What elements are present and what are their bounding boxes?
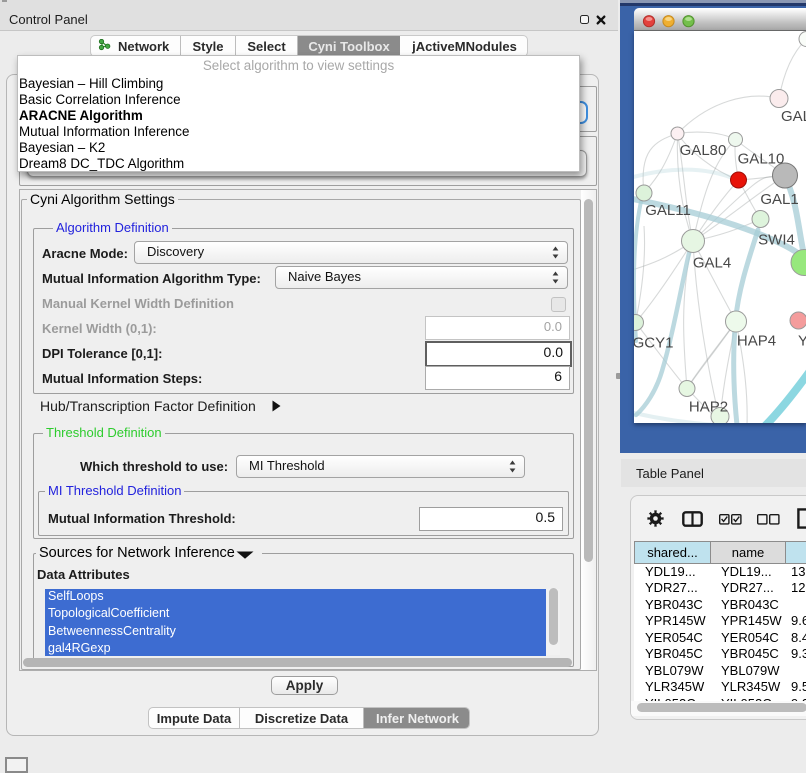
svg-text:YM: YM <box>798 333 806 350</box>
svg-text:SWI4: SWI4 <box>758 232 795 249</box>
svg-text:GAL1: GAL1 <box>760 191 798 208</box>
svg-text:GCY1: GCY1 <box>634 335 673 352</box>
svg-text:GAL10: GAL10 <box>738 151 785 168</box>
svg-text:HAP2: HAP2 <box>689 399 728 416</box>
svg-text:GAL80: GAL80 <box>680 142 727 159</box>
svg-text:GAL11: GAL11 <box>645 202 691 219</box>
svg-text:HAP4: HAP4 <box>737 333 776 350</box>
svg-text:GAL4: GAL4 <box>693 255 731 272</box>
svg-text:GAL7: GAL7 <box>781 108 806 125</box>
